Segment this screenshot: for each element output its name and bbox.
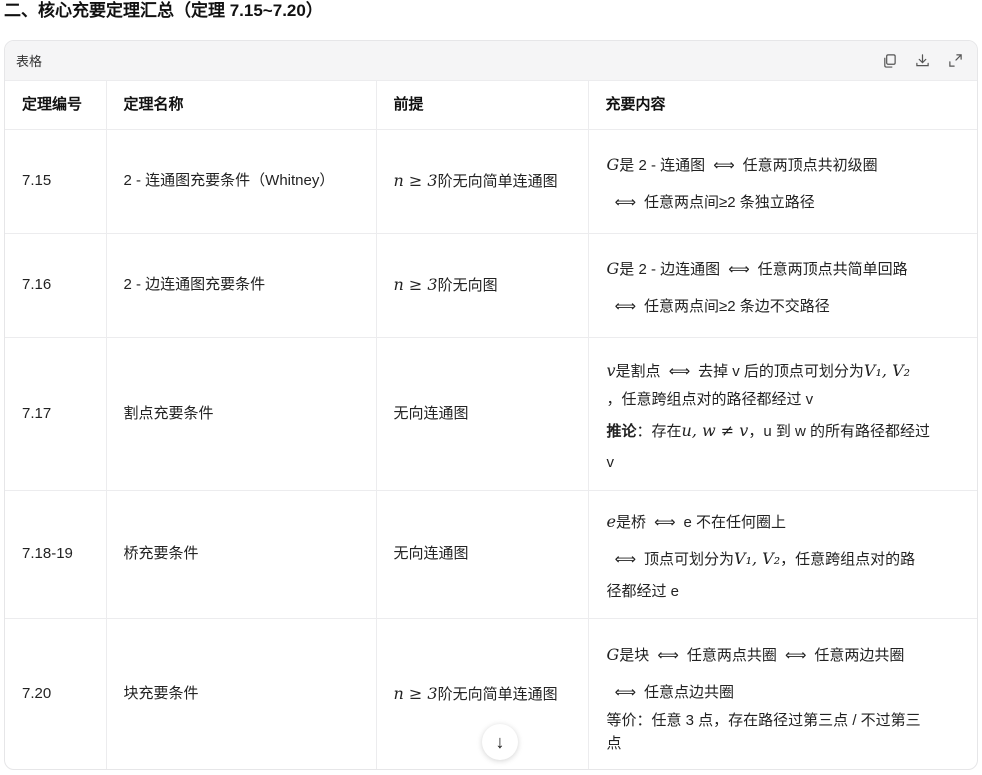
theorem-content: v是割点 ⟺ 去掉 v 后的顶点可划分为V₁, V₂ ，任意跨组点对的路径都经过 v… [588,337,977,491]
theorem-number: 7.18-19 [5,490,107,619]
content-line: 等价：任意 3 点，存在路径过第三点 / 不过第三 [606,711,921,729]
content-line: e是桥 ⟺ e 不在任何圈上 [607,506,966,539]
math-symbol: G [606,644,620,664]
iff-symbol: ⟺ [614,192,637,211]
content-line: v [606,453,615,471]
content-text: 任意两顶点共初级圈 [742,156,878,174]
content-text: 去掉 v 后的顶点可划分为 [698,362,864,380]
content-line: ⟺ 任意两点间≥2 条边不交路径 [607,290,966,323]
table-card-label: 表格 [16,54,43,69]
iff-symbol: ⟺ [713,155,735,174]
corollary-label: 推论 [606,422,637,440]
math-symbol: v [606,360,616,380]
math-symbol: G [606,154,620,174]
theorem-content: e是桥 ⟺ e 不在任何圈上 ⟺ 顶点可划分为V₁, V₂，任意跨组点对的路 径都经过… [588,490,977,619]
theorem-premise: 无向连通图 [376,490,589,619]
header-premise: 前提 [376,81,589,130]
table-row: 7.18-19 桥充要条件 无向连通图 e是桥 ⟺ e 不在任何圈上 ⟺ 顶点可划分为… [5,490,977,619]
premise-math: n ≥ 3 [393,684,438,704]
iff-symbol: ⟺ [728,259,750,278]
table-card: 表格 定理编号 定理名称 前提 充要内容 7.15 2 - 连通图充要条件（Wh… [4,40,978,770]
theorem-name: 2 - 连通图充要条件（Whitney） [106,129,377,234]
content-text: 任意两点间≥2 条边不交路径 [644,297,830,315]
theorem-premise: n ≥ 3阶无向简单连通图 [376,129,589,234]
math-symbol: V₁, V₂ [734,549,781,568]
theorem-number: 7.16 [5,233,107,338]
header-number: 定理编号 [5,81,107,130]
premise-math: n ≥ 3 [393,275,438,295]
content-text: 是 2 - 连通图 [619,156,706,174]
premise-text: 阶无向简单连通图 [437,173,558,191]
content-line: 点 [606,734,622,752]
arrow-down-icon: ↓ [495,731,505,752]
theorem-table: 定理编号 定理名称 前提 充要内容 7.15 2 - 连通图充要条件（Whitn… [5,81,977,769]
section-title: 二、核心充要定理汇总（定理 7.15~7.20） [4,1,323,20]
iff-symbol: ⟺ [614,682,637,701]
content-line: ⟺ 顶点可划分为V₁, V₂，任意跨组点对的路 [607,539,966,580]
content-text: 任意两顶点共简单回路 [757,260,908,278]
theorem-premise: n ≥ 3阶无向图 [376,233,589,338]
content-text: 任意两点共圈 [686,646,777,664]
premise-text: 阶无向简单连通图 [437,686,558,704]
math-symbol: G [606,258,620,278]
content-text: 任意点边共圈 [644,683,735,701]
iff-symbol: ⟺ [653,513,676,531]
table-row: 7.16 2 - 边连通图充要条件 n ≥ 3阶无向图 G是 2 - 边连通图 ⟺… [5,233,977,338]
theorem-name: 2 - 边连通图充要条件 [106,233,377,338]
expand-icon[interactable] [948,53,963,68]
table-row: 7.15 2 - 连通图充要条件（Whitney） n ≥ 3阶无向简单连通图 … [5,129,977,234]
math-symbol: e [606,512,616,531]
theorem-name: 桥充要条件 [106,490,377,619]
premise-math: n ≥ 3 [393,171,438,191]
content-text: 顶点可划分为 [644,551,735,568]
table-card-tools [882,53,963,68]
table-row: 7.17 割点充要条件 无向连通图 v是割点 ⟺ 去掉 v 后的顶点可划分为V₁, … [5,337,977,491]
iff-symbol: ⟺ [657,645,679,664]
page: 二、核心充要定理汇总（定理 7.15~7.20） 表格 定理编号 定理名称 前提… [0,0,982,775]
content-text: 是割点 [615,362,661,380]
math-symbol: V₁, V₂ [863,360,911,380]
header-name: 定理名称 [106,81,377,130]
content-line: G是 2 - 连通图 ⟺ 任意两顶点共初级圈 [607,145,966,186]
header-content: 充要内容 [588,81,977,130]
theorem-number: 7.15 [5,129,107,234]
content-text: ：存在 [636,422,682,440]
content-line: v是割点 ⟺ 去掉 v 后的顶点可划分为V₁, V₂ [607,355,966,388]
iff-symbol: ⟺ [614,550,637,568]
iff-symbol: ⟺ [614,296,637,315]
content-line: ⟺ 任意点边共圈 [607,676,966,709]
theorem-premise: 无向连通图 [376,337,589,491]
theorem-name: 块充要条件 [106,618,377,769]
content-line: ，任意跨组点对的路径都经过 v [606,390,814,408]
theorem-name: 割点充要条件 [106,337,377,491]
content-line: 推论：存在u, w ≠ v，u 到 w 的所有路径都经过 [607,419,966,443]
content-line: 径都经过 e [606,583,680,600]
content-text: ，u 到 w 的所有路径都经过 [748,422,931,440]
content-text: ，任意跨组点对的路 [780,551,916,568]
table-card-header: 表格 [5,41,977,81]
theorem-number: 7.17 [5,337,107,491]
theorem-content: G是块 ⟺ 任意两点共圈 ⟺ 任意两边共圈 ⟺ 任意点边共圈 等价：任意 3 点，存在路径… [588,618,977,769]
theorem-content: G是 2 - 连通图 ⟺ 任意两顶点共初级圈 ⟺ 任意两点间≥2 条独立路径 [588,129,977,234]
theorem-content: G是 2 - 边连通图 ⟺ 任意两顶点共简单回路 ⟺ 任意两点间≥2 条边不交路径 [588,233,977,338]
content-line: ⟺ 任意两点间≥2 条独立路径 [607,186,966,219]
content-text: 是桥 [615,514,646,531]
content-text: 任意两点间≥2 条独立路径 [644,193,815,211]
content-text: e 不在任何圈上 [683,514,787,531]
math-symbol: u, w ≠ v [681,420,749,440]
download-icon[interactable] [915,53,930,68]
iff-symbol: ⟺ [668,361,691,380]
content-line: G是块 ⟺ 任意两点共圈 ⟺ 任意两边共圈 [607,635,966,676]
scroll-down-button[interactable]: ↓ [482,724,518,760]
premise-text: 阶无向图 [437,277,498,295]
content-text: 是块 [619,646,650,664]
content-text: 任意两边共圈 [814,646,905,664]
copy-icon[interactable] [882,53,897,68]
iff-symbol: ⟺ [784,645,807,664]
content-text: 是 2 - 边连通图 [619,260,721,278]
content-line: G是 2 - 边连通图 ⟺ 任意两顶点共简单回路 [607,249,966,290]
theorem-number: 7.20 [5,618,107,769]
table-header-row: 定理编号 定理名称 前提 充要内容 [5,81,977,130]
